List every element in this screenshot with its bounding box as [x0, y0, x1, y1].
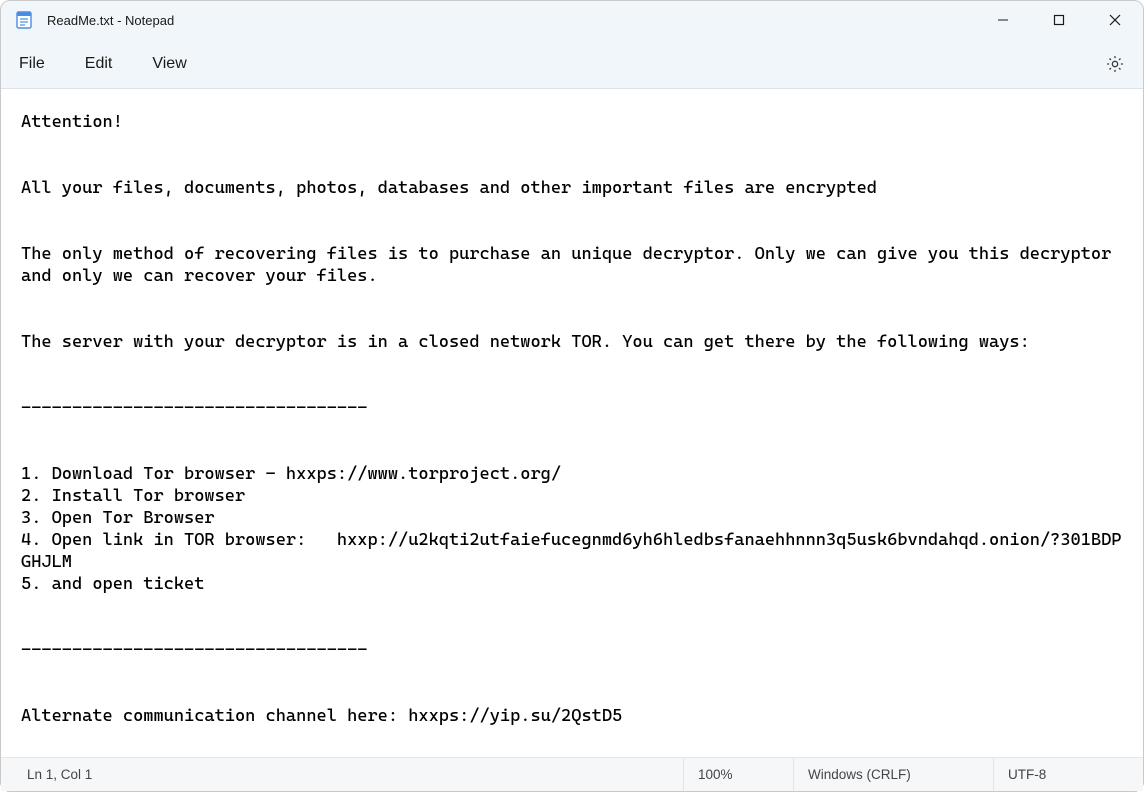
- notepad-app-icon: [15, 11, 33, 29]
- status-encoding: UTF-8: [993, 758, 1143, 791]
- minimize-button[interactable]: [975, 1, 1031, 39]
- menu-edit[interactable]: Edit: [85, 55, 113, 73]
- text-editor-content[interactable]: Attention! All your files, documents, ph…: [1, 89, 1143, 757]
- menubar: File Edit View: [1, 39, 1143, 89]
- status-line-ending: Windows (CRLF): [793, 758, 993, 791]
- status-cursor-position: Ln 1, Col 1: [1, 758, 106, 791]
- maximize-button[interactable]: [1031, 1, 1087, 39]
- titlebar: ReadMe.txt - Notepad: [1, 1, 1143, 39]
- statusbar: Ln 1, Col 1 100% Windows (CRLF) UTF-8: [1, 757, 1143, 791]
- settings-icon[interactable]: [1105, 54, 1125, 74]
- statusbar-spacer: [106, 758, 683, 791]
- window-title: ReadMe.txt - Notepad: [47, 13, 174, 28]
- window-controls: [975, 1, 1143, 39]
- close-button[interactable]: [1087, 1, 1143, 39]
- menu-view[interactable]: View: [152, 55, 186, 73]
- status-zoom[interactable]: 100%: [683, 758, 793, 791]
- menu-file[interactable]: File: [19, 55, 45, 73]
